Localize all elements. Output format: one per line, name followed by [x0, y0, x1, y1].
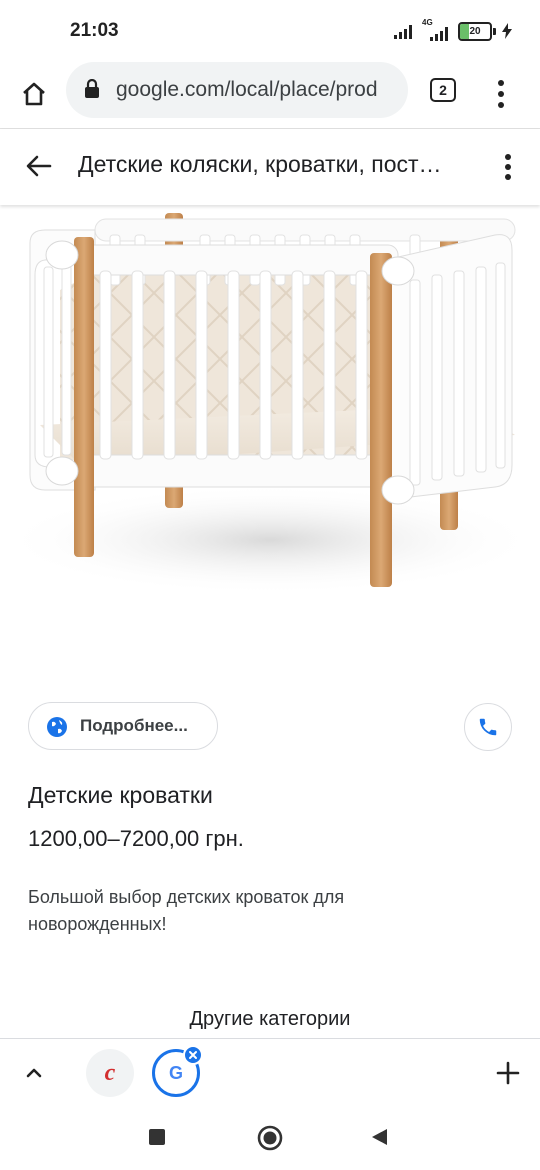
collapse-tabs-button[interactable] [20, 1059, 48, 1087]
google-icon: G [168, 1062, 183, 1083]
home-icon [23, 82, 45, 106]
phone-icon [479, 718, 497, 736]
recents-icon[interactable] [148, 1128, 166, 1146]
call-button[interactable] [464, 703, 512, 751]
product-name: Детские кроватки [28, 782, 213, 808]
tab-c-letter: c [104, 1059, 116, 1086]
details-button[interactable]: Подробнее... [28, 702, 218, 750]
browser-toolbar: google.com/local/place/prod 2 [0, 60, 540, 129]
signal-4g-icon: 4G [422, 18, 452, 42]
place-title: Детские коляски, кроватки, пост… [78, 151, 442, 177]
new-tab-button[interactable] [492, 1057, 524, 1089]
bottom-tab-strip: c G [0, 1038, 540, 1107]
globe-icon [47, 717, 67, 737]
url-bar[interactable]: google.com/local/place/prod [66, 62, 408, 118]
battery-icon: 20 [458, 21, 496, 41]
header-more-button[interactable] [494, 147, 522, 187]
battery-level: 20 [469, 25, 481, 37]
place-header: Детские коляски, кроватки, пост… [0, 129, 540, 205]
other-categories-heading: Другие категории [189, 1008, 351, 1030]
close-tab-button[interactable] [183, 1045, 203, 1065]
url-text: google.com/local/place/prod [116, 78, 378, 101]
back-button[interactable] [22, 149, 56, 183]
status-icons: 4G 20 [394, 18, 512, 42]
charging-icon [502, 23, 512, 39]
home-button[interactable] [14, 74, 54, 114]
product-description: Большой выбор детских кроваток для новор… [28, 887, 345, 934]
tab-switcher-button[interactable]: 2 [428, 76, 458, 104]
back-triangle-icon[interactable] [370, 1128, 388, 1146]
chevron-up-icon [26, 1068, 42, 1078]
product-price: 1200,00–7200,00 грн. [28, 826, 244, 851]
status-bar: 21:03 4G 20 [0, 0, 540, 60]
crib-image[interactable] [0, 205, 540, 675]
signal-icon [394, 25, 412, 39]
close-icon [189, 1051, 197, 1059]
status-time: 21:03 [70, 20, 119, 41]
more-vert-icon [505, 154, 511, 180]
tabs-icon: 2 [430, 78, 456, 102]
crib-illustration [0, 213, 540, 595]
home-circle-icon[interactable] [257, 1125, 283, 1151]
details-label: Подробнее... [80, 716, 188, 735]
plus-icon [496, 1061, 520, 1085]
back-arrow-icon [26, 155, 52, 177]
browser-menu-button[interactable] [486, 74, 516, 114]
tab-c-favicon[interactable]: c [86, 1049, 134, 1097]
lock-icon [85, 79, 99, 98]
more-vert-icon [498, 80, 504, 108]
system-nav-bar [0, 1106, 540, 1170]
